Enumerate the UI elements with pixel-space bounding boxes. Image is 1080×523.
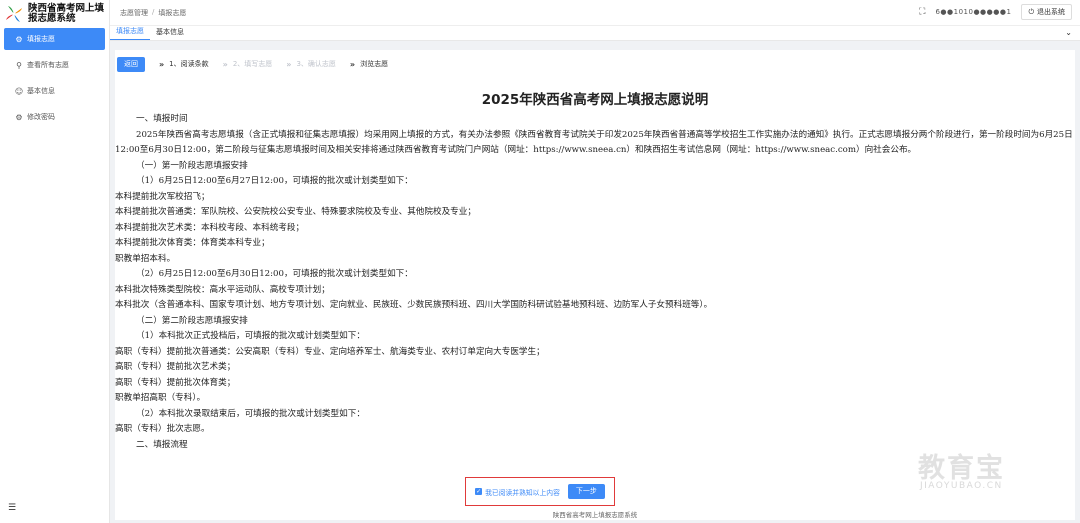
app-root: 陕西省高考网上填报志愿系统 ⚙ 填报志愿 ⚲ 查看所有志愿 ☺ 基本信息 ⚙ 修… [0, 0, 1080, 523]
step-read-terms: » 1、阅读条款 [159, 59, 209, 69]
page-footer: 陕西省高考网上填报志愿系统 [552, 511, 638, 519]
search-icon: ⚲ [16, 60, 22, 70]
document-line: 本科提前批次体育类：体育类本科专业； [115, 238, 270, 248]
double-chevron-right-icon: » [286, 59, 292, 69]
top-header: 志愿管理 / 填报志愿 ⛶ 6●●1010●●●●●1 ⏻ 退出系统 [110, 0, 1080, 26]
document-line: 高职（专科）提前批次艺术类； [115, 362, 236, 372]
header-actions: ⛶ 6●●1010●●●●●1 ⏻ 退出系统 [919, 4, 1072, 20]
document-line: 本科提前批次军校招飞； [115, 191, 210, 202]
double-chevron-right-icon: » [222, 59, 228, 69]
menu-collapse-icon[interactable]: ☰ [8, 503, 16, 513]
document-line: 高职（专科）提前批次普通类：公安高职（专科）专业、定向培养军士、航海类专业、农村… [115, 346, 545, 357]
document-line: （1）本科批次正式投档后，可填报的批次或计划类型如下： [136, 331, 365, 341]
step-confirm-volunteer: » 3、确认志愿 [286, 59, 336, 69]
double-chevron-right-icon: » [349, 59, 356, 69]
double-chevron-right-icon: » [159, 59, 165, 69]
logout-button[interactable]: ⏻ 退出系统 [1021, 4, 1072, 20]
app-logo: 陕西省高考网上填报志愿系统 [0, 0, 109, 28]
document-line: 高职（专科）批次志愿。 [115, 424, 210, 434]
sidebar-item-label: 基本信息 [27, 87, 55, 95]
breadcrumb-item: 填报志愿 [158, 8, 187, 17]
user-icon: ☺ [14, 86, 24, 96]
document-line: 本科批次特殊类型院校：高水平运动队、高校专项计划； [115, 284, 330, 295]
agree-text: 我已阅读并熟知以上内容 [485, 488, 560, 497]
document-line: 本科批次（含普通本科、国家专项计划、地方专项计划、定向就业、民族班、少数民族预科… [115, 300, 713, 310]
tab-fill-volunteer[interactable]: 填报志愿 [110, 26, 150, 40]
gear-icon: ⚙ [15, 112, 23, 122]
document-line: 2025年陕西省高考志愿填报（含正式填报和征集志愿填报）均采用网上填报的方式，有… [115, 129, 1073, 156]
document-line: 高职（专科）提前批次体育类； [115, 377, 236, 388]
step-label: 2、填写志愿 [232, 60, 273, 68]
sidebar-item-label: 修改密码 [27, 113, 55, 121]
logo-icon [6, 6, 22, 22]
step-label: 1、阅读条款 [169, 60, 209, 68]
sidebar-item-basic-info[interactable]: ☺ 基本信息 [4, 80, 105, 102]
sidebar-item-fill-volunteer[interactable]: ⚙ 填报志愿 [4, 28, 105, 50]
step-bar: 返回 » 1、阅读条款 » 2、填写志愿 » 3、确认志愿 » 浏览志愿 [115, 50, 1075, 74]
sidebar-item-label: 填报志愿 [27, 35, 55, 43]
back-button[interactable]: 返回 [117, 56, 145, 72]
step-label: 3、确认志愿 [296, 60, 336, 68]
document-line: 二、填报流程 [136, 439, 188, 450]
document-line: （二）第二阶段志愿填报安排 [136, 315, 248, 326]
user-id: 6●●1010●●●●●1 [935, 8, 1012, 16]
document-line: 一、填报时间 [136, 114, 188, 124]
checkbox-checked-icon[interactable]: ✓ [475, 488, 483, 495]
document-line: （2）6月25日12:00至6月30日12:00，可填报的批次或计划类型如下： [136, 269, 413, 279]
document-line: （1）6月25日12:00至6月27日12:00，可填报的批次或计划类型如下： [136, 176, 413, 186]
tab-basic-info[interactable]: 基本信息 [150, 27, 190, 40]
sidebar-item-change-password[interactable]: ⚙ 修改密码 [4, 106, 105, 128]
app-title: 陕西省高考网上填报志愿系统 [28, 3, 105, 24]
fullscreen-icon[interactable]: ⛶ [919, 7, 925, 17]
document-line: 本科提前批次艺术类：本科校考段、本科统考段； [115, 222, 305, 233]
sidebar-item-view-all[interactable]: ⚲ 查看所有志愿 [4, 54, 105, 76]
document-line: （一）第一阶段志愿填报安排 [136, 160, 248, 171]
breadcrumb-separator: / [152, 7, 155, 16]
next-step-button[interactable]: 下一步 [567, 484, 605, 499]
breadcrumb-item[interactable]: 志愿管理 [120, 8, 148, 18]
document-line: 职教单招本科。 [115, 253, 176, 264]
agree-checkbox-label[interactable]: ✓ 我已阅读并熟知以上内容 [475, 487, 560, 497]
sidebar-item-label: 查看所有志愿 [27, 61, 69, 69]
main-panel: 返回 » 1、阅读条款 » 2、填写志愿 » 3、确认志愿 » 浏览志愿 202… [115, 50, 1075, 520]
sidebar: 陕西省高考网上填报志愿系统 ⚙ 填报志愿 ⚲ 查看所有志愿 ☺ 基本信息 ⚙ 修… [0, 0, 110, 523]
logout-label: 退出系统 [1037, 8, 1065, 16]
gear-icon: ⚙ [15, 34, 23, 44]
chevron-down-icon[interactable]: ⌄ [1065, 28, 1072, 37]
tab-bar: 填报志愿 基本信息 ⌄ [110, 26, 1080, 41]
step-fill-volunteer: » 2、填写志愿 [223, 59, 273, 69]
confirm-area: ✓ 我已阅读并熟知以上内容 下一步 [465, 477, 615, 506]
document-line: 本科提前批次普通类：军队院校、公安院校公安专业、特殊要求院校及专业、其他院校及专… [115, 207, 476, 217]
instructions-document[interactable]: 2025年陕西省高考网上填报志愿说明 一、填报时间 2025年陕西省高考志愿填报（… [115, 90, 1075, 470]
power-icon: ⏻ [1028, 7, 1034, 16]
document-body: 一、填报时间 2025年陕西省高考志愿填报（含正式填报和征集志愿填报）均采用网上填… [115, 112, 1075, 453]
step-label: 浏览志愿 [360, 60, 389, 68]
document-line: （2）本科批次录取结束后，可填报的批次或计划类型如下： [136, 408, 365, 419]
document-line: 职教单招高职（专科）。 [115, 393, 206, 403]
step-browse-volunteer: » 浏览志愿 [350, 59, 388, 69]
document-title: 2025年陕西省高考网上填报志愿说明 [481, 92, 709, 108]
breadcrumb: 志愿管理 / 填报志愿 [120, 8, 186, 18]
